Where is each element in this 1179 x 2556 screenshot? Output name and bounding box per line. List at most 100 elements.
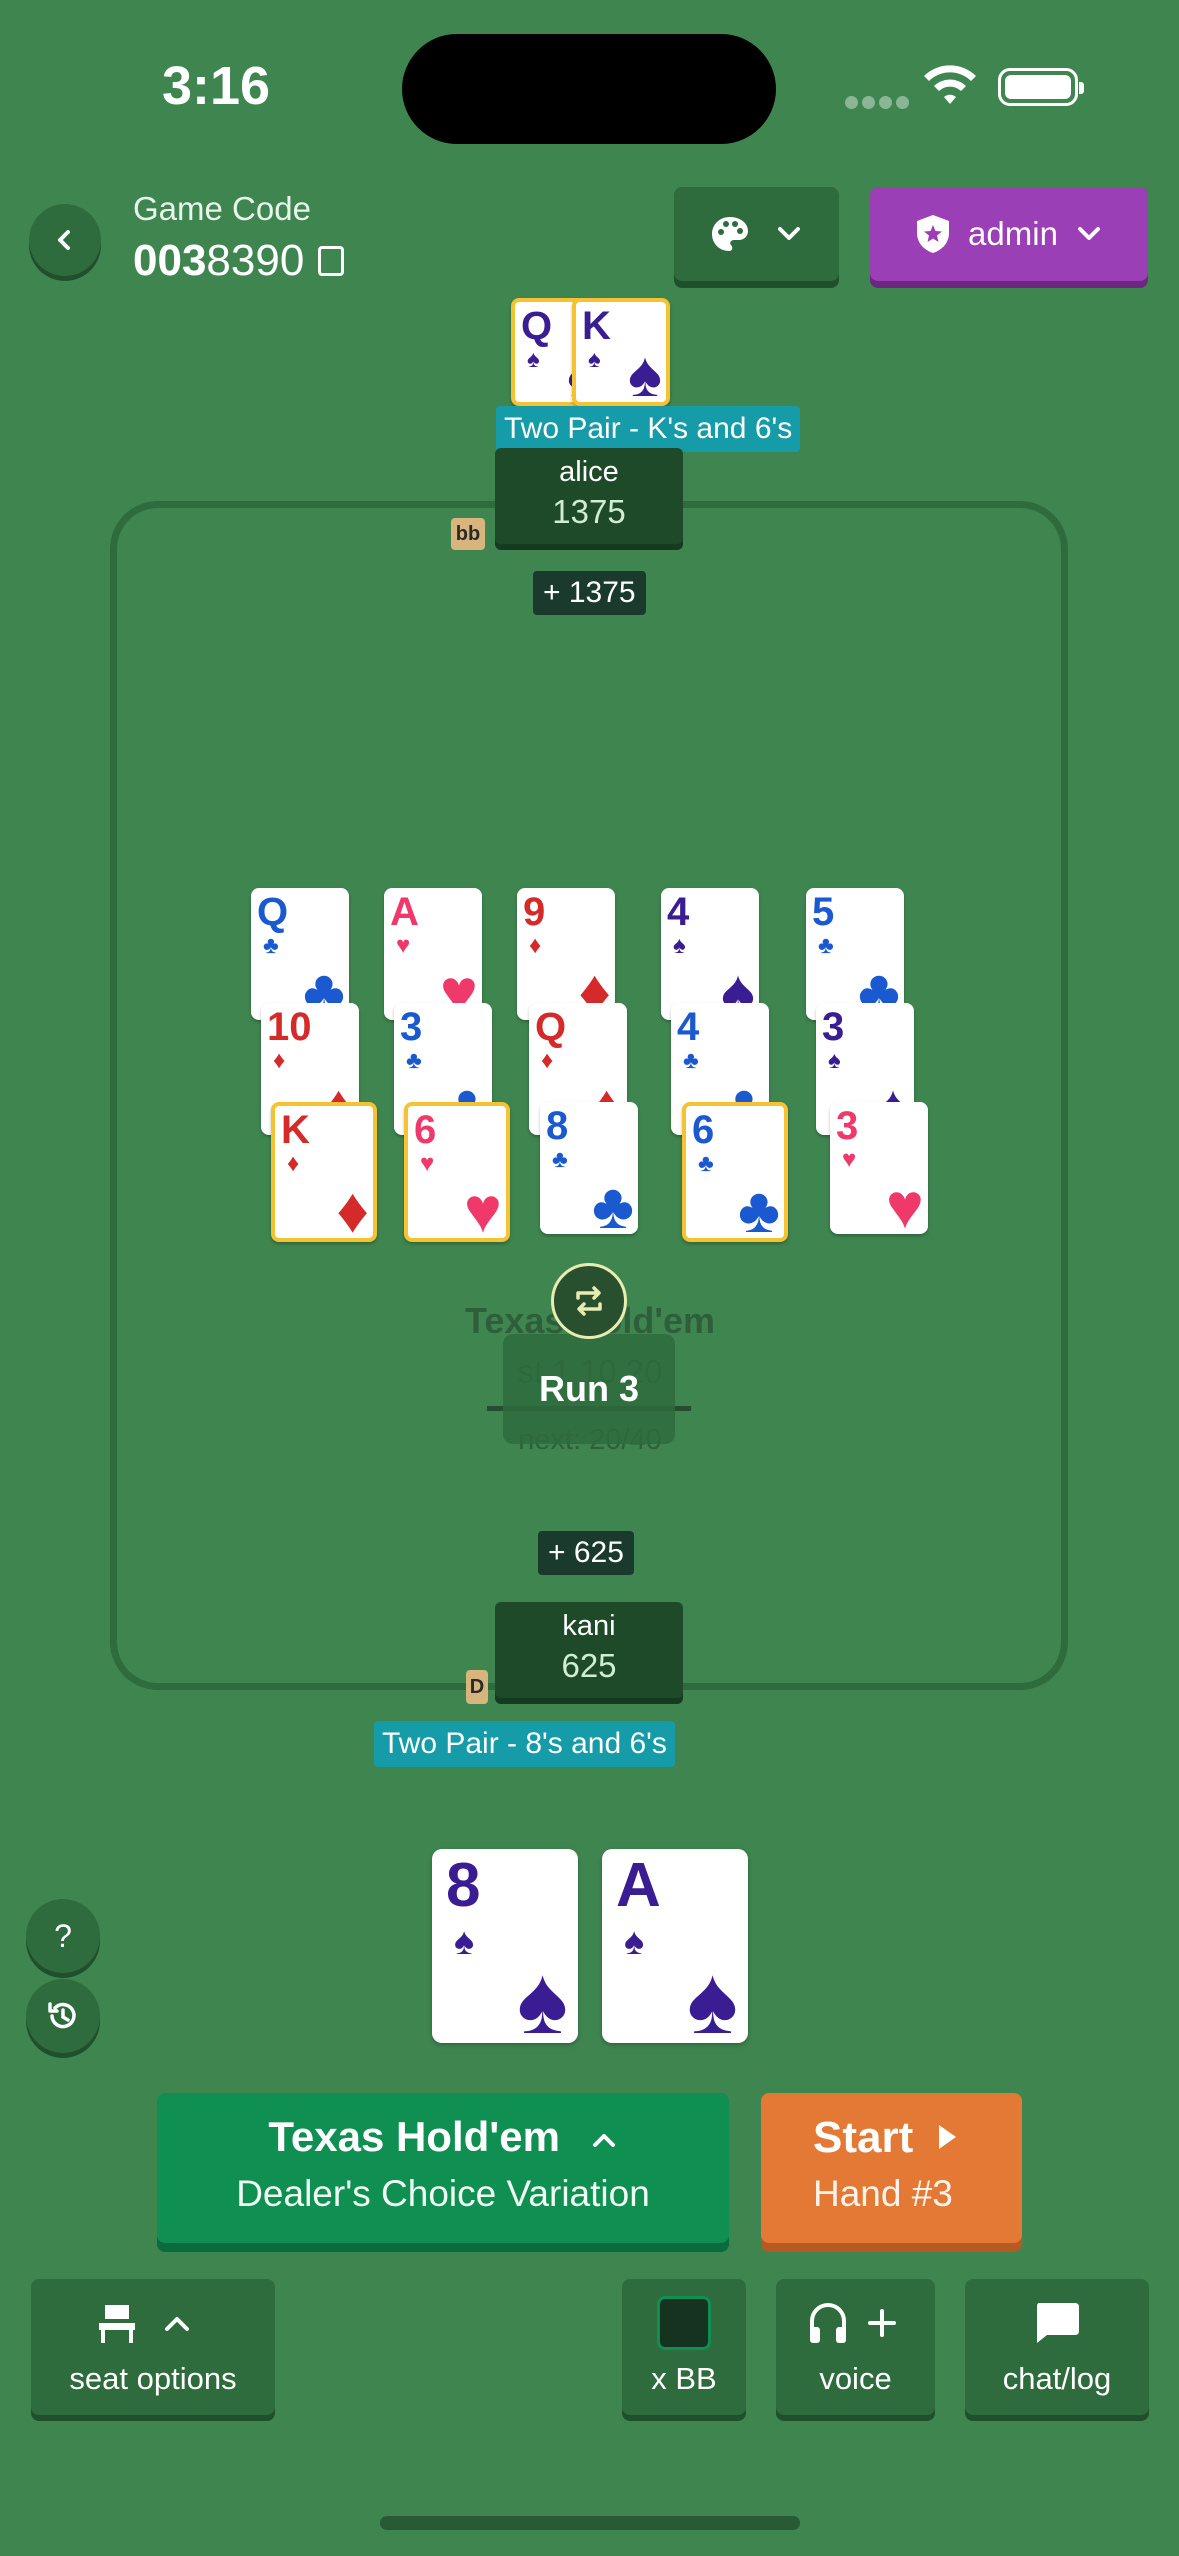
admin-menu-button[interactable]: admin — [870, 187, 1148, 281]
card-suit-small: ♠ — [527, 346, 540, 373]
card-rank: 4 — [667, 890, 690, 934]
run-label: Run 3 — [503, 1334, 675, 1444]
card-suit-small: ♠ — [828, 1047, 841, 1074]
run-it-switch-button[interactable] — [551, 1263, 627, 1339]
seat-options-button[interactable]: seat options — [31, 2279, 275, 2415]
card-suit-large: ♣ — [738, 1174, 780, 1242]
headset-plus-icon — [810, 2303, 896, 2343]
card-suit-small: ♦ — [287, 1150, 300, 1177]
chevron-down-icon — [777, 227, 800, 240]
top-player-winnings: + 1375 — [533, 571, 646, 615]
card-suit-large: ♠ — [628, 338, 662, 406]
card-suit-small: ♦ — [541, 1047, 554, 1074]
back-button[interactable] — [29, 204, 101, 276]
x-bb-label: x BB — [651, 2361, 717, 2396]
game-variation-title: Texas Hold'em — [157, 2093, 729, 2161]
player-name: kani — [562, 1610, 616, 1642]
chat-log-button[interactable]: chat/log — [965, 2279, 1149, 2415]
play-icon — [939, 2125, 957, 2149]
card-suit-large: ♠ — [517, 1947, 568, 2044]
x-bb-toggle[interactable]: x BB — [622, 2279, 746, 2415]
card-suit-small: ♦ — [273, 1047, 286, 1074]
shield-star-icon — [917, 215, 950, 253]
card-rank: 10 — [267, 1005, 312, 1049]
chat-log-label: chat/log — [1002, 2361, 1112, 2396]
card-suit-small: ♥ — [842, 1146, 857, 1173]
chevron-left-icon — [58, 230, 70, 250]
card-suit-large: ♠ — [687, 1947, 738, 2044]
playing-card: A ♥ ♥ — [384, 888, 482, 1020]
game-code[interactable]: 003 8390 — [133, 236, 345, 286]
card-suit-large: ♥ — [464, 1174, 502, 1242]
copy-icon[interactable] — [318, 246, 345, 276]
card-suit-small: ♦ — [529, 932, 542, 959]
card-rank: 3 — [822, 1005, 845, 1049]
hand-history-button[interactable] — [26, 1979, 100, 2053]
dealer-button-badge: D — [466, 1670, 488, 1704]
card-rank: K — [582, 304, 611, 348]
battery-icon — [998, 68, 1084, 106]
card-rank: Q — [535, 1005, 567, 1049]
start-hand-button[interactable]: Start Hand #3 — [761, 2093, 1022, 2243]
playing-card: 8 ♠ ♠ — [432, 1849, 578, 2043]
player-name: alice — [559, 456, 619, 488]
x-bb-checkbox[interactable] — [657, 2296, 711, 2350]
game-variation-button[interactable]: Texas Hold'em Dealer's Choice Variation — [157, 2093, 729, 2243]
admin-label: admin — [968, 215, 1058, 252]
playing-card: 4 ♠ ♠ — [661, 888, 759, 1020]
history-icon — [48, 2002, 76, 2029]
playing-card: 9 ♦ ♦ — [517, 888, 615, 1020]
playing-card: 5 ♣ ♣ — [806, 888, 904, 1020]
card-suit-small: ♣ — [263, 932, 279, 959]
card-suit-small: ♠ — [624, 1921, 645, 1963]
card-suit-large: ♦ — [336, 1174, 369, 1242]
game-code-suffix: 8390 — [206, 236, 305, 285]
seat-icon — [99, 2305, 189, 2343]
card-rank: 8 — [446, 1851, 481, 1920]
voice-button[interactable]: voice — [776, 2279, 935, 2415]
start-subtitle: Hand #3 — [813, 2173, 953, 2214]
card-suit-large: ♣ — [592, 1170, 634, 1234]
playing-card: K ♦ ♦ — [271, 1102, 377, 1242]
home-indicator — [380, 2516, 800, 2530]
cellular-signal-icon — [845, 94, 925, 109]
game-variation-subtitle: Dealer's Choice Variation — [236, 2173, 650, 2214]
card-suit-small: ♣ — [683, 1047, 699, 1074]
game-code-label: Game Code — [133, 190, 311, 227]
card-rank: A — [616, 1851, 661, 1920]
game-code-prefix: 003 — [133, 236, 207, 285]
help-button[interactable]: ? — [26, 1899, 100, 1973]
card-suit-small: ♠ — [673, 932, 686, 959]
chevron-down-icon — [1077, 227, 1100, 240]
help-icon: ? — [54, 1917, 72, 1954]
card-rank: 4 — [677, 1005, 700, 1049]
player-stack: 625 — [561, 1647, 617, 1684]
voice-label: voice — [819, 2361, 892, 2396]
big-blind-badge: bb — [451, 518, 485, 550]
bottom-player-winnings: + 625 — [538, 1531, 634, 1575]
card-rank: A — [390, 890, 419, 934]
chevron-up-icon — [592, 2134, 615, 2147]
card-suit-large: ♥ — [886, 1170, 924, 1234]
seat-bottom[interactable]: kani 625 — [495, 1602, 683, 1698]
dynamic-island — [402, 34, 776, 144]
card-rank: K — [281, 1108, 310, 1152]
bottom-player-hand-label: Two Pair - 8's and 6's — [374, 1721, 675, 1767]
card-suit-small: ♣ — [818, 932, 834, 959]
repeat-icon — [576, 1286, 602, 1316]
start-title: Start — [813, 2093, 1022, 2163]
seat-options-label: seat options — [69, 2361, 237, 2396]
card-suit-small: ♣ — [698, 1150, 714, 1177]
card-rank: 3 — [836, 1104, 859, 1148]
card-suit-small: ♣ — [552, 1146, 568, 1173]
palette-icon — [711, 217, 748, 251]
playing-card: K ♠ ♠ — [572, 298, 670, 406]
seat-top[interactable]: alice 1375 — [495, 448, 683, 544]
theme-picker-button[interactable] — [674, 187, 839, 281]
playing-card: 8 ♣ ♣ — [540, 1102, 638, 1234]
card-rank: 3 — [400, 1005, 423, 1049]
card-suit-small: ♠ — [588, 346, 601, 373]
card-suit-small: ♣ — [406, 1047, 422, 1074]
card-rank: 6 — [414, 1108, 437, 1152]
playing-card: 3 ♥ ♥ — [830, 1102, 928, 1234]
